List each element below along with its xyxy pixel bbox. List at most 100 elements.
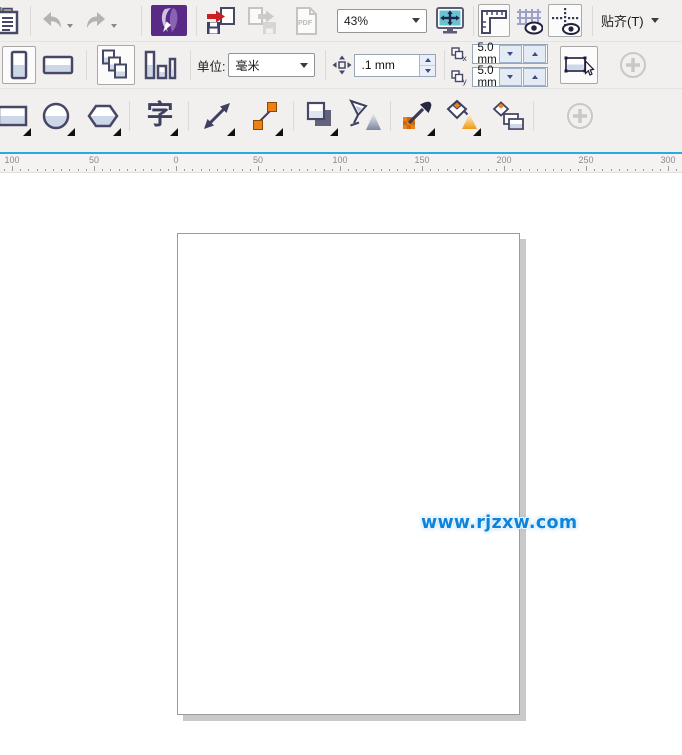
ruler-tick [233, 169, 234, 171]
redo-button[interactable] [81, 5, 111, 37]
text-tool-icon: 字 [147, 102, 174, 129]
ruler-tick [373, 169, 374, 171]
application-launcher-button[interactable] [150, 4, 188, 38]
flyout-arrow-icon[interactable] [113, 128, 121, 136]
ruler-tick [652, 169, 653, 171]
duplicate-x-input[interactable]: 5.0 mm [472, 44, 548, 64]
ruler-tick [406, 169, 407, 171]
ruler-tick [143, 169, 144, 171]
color-eyedropper-tool[interactable] [397, 94, 437, 138]
ruler-tick [135, 169, 136, 171]
units-combobox[interactable]: 毫米 [228, 53, 315, 77]
ruler-label: 200 [496, 155, 511, 165]
flyout-arrow-icon[interactable] [275, 128, 283, 136]
polygon-tool[interactable] [83, 94, 123, 138]
treat-as-filled-button[interactable] [560, 46, 598, 84]
ruler-tick [266, 169, 267, 171]
duplicate-x-icon: x [451, 47, 469, 61]
ruler-tick [471, 169, 472, 171]
nudge-spinner[interactable] [419, 55, 435, 76]
text-tool[interactable]: 字 [140, 94, 180, 138]
ruler-tick [209, 169, 210, 171]
ruler-tick [45, 169, 46, 171]
export-icon [246, 6, 280, 36]
flyout-arrow-icon[interactable] [67, 128, 75, 136]
document-page[interactable] [177, 233, 520, 715]
duplicate-y-input[interactable]: 5.0 mm [472, 67, 548, 87]
ruler-tick [184, 169, 185, 171]
undo-dropdown-caret[interactable] [67, 24, 73, 28]
ruler-tick [315, 169, 316, 171]
flyout-arrow-icon[interactable] [227, 128, 235, 136]
paste-button[interactable] [0, 4, 26, 38]
ruler-tick [250, 169, 251, 171]
ruler-tick [94, 166, 95, 171]
ruler-tick [504, 166, 505, 171]
ruler-tick [119, 169, 120, 171]
flyout-arrow-icon[interactable] [170, 128, 178, 136]
interactive-fill-tool[interactable] [489, 94, 527, 138]
ruler-tick [602, 169, 603, 171]
drawing-canvas[interactable]: www.rjzxw.com [0, 173, 682, 755]
add-tool-button [560, 94, 600, 138]
duplicate-x-dropdown[interactable] [499, 45, 522, 63]
ruler-tick [496, 169, 497, 171]
snap-to-dropdown[interactable]: 贴齐(T) [601, 11, 659, 30]
ruler-tick [455, 169, 456, 171]
dimension-tool[interactable] [197, 94, 237, 138]
ruler-tick [307, 169, 308, 171]
connector-tool[interactable] [245, 94, 285, 138]
ruler-tick [283, 169, 284, 171]
pan-button[interactable] [433, 4, 467, 38]
paste-icon [0, 7, 23, 35]
snap-to-label: 贴齐(T) [601, 11, 644, 30]
duplicate-y-dropdown[interactable] [499, 68, 522, 86]
transparency-tool-icon [349, 99, 383, 133]
landscape-page-icon [42, 52, 74, 78]
standard-toolbar: PDF 43% [0, 0, 682, 42]
flyout-arrow-icon[interactable] [330, 128, 338, 136]
ruler-tick [570, 169, 571, 171]
ruler-tick [242, 169, 243, 171]
flyout-arrow-icon[interactable] [427, 128, 435, 136]
ruler-tick [53, 169, 54, 171]
undo-button[interactable] [37, 5, 67, 37]
duplicate-y-up[interactable] [523, 68, 546, 86]
guidelines-toggle-button[interactable] [548, 4, 582, 37]
import-button[interactable] [203, 4, 239, 38]
flyout-arrow-icon[interactable] [23, 128, 31, 136]
page-sorter-button[interactable] [140, 45, 180, 85]
ellipse-tool[interactable] [37, 94, 77, 138]
ruler-tick [78, 169, 79, 171]
page-sorter-icon [143, 49, 177, 81]
ruler-label: 0 [173, 155, 178, 165]
drop-shadow-tool[interactable] [300, 94, 340, 138]
ruler-label: 150 [414, 155, 429, 165]
rectangle-tool[interactable] [0, 94, 33, 138]
transparency-tool[interactable] [346, 94, 386, 138]
grid-eye-icon [515, 7, 543, 35]
nudge-offset-input[interactable]: .1 mm [354, 54, 436, 77]
pdf-icon-label: PDF [298, 20, 312, 27]
treat-as-filled-icon [563, 52, 595, 78]
ruler-tick [299, 169, 300, 171]
ruler-tick [176, 166, 177, 171]
rulers-toggle-button[interactable] [478, 4, 510, 37]
ruler-tick [291, 169, 292, 171]
ruler-tick [619, 169, 620, 171]
ruler-tick [86, 169, 87, 171]
ruler-tick [4, 169, 5, 171]
grid-toggle-button[interactable] [513, 4, 545, 37]
all-pages-icon [101, 49, 131, 81]
zoom-level-combobox[interactable]: 43% [337, 9, 427, 33]
duplicate-x-up[interactable] [523, 45, 546, 63]
ruler-tick [356, 169, 357, 171]
flyout-arrow-icon[interactable] [473, 128, 481, 136]
redo-dropdown-caret[interactable] [111, 24, 117, 28]
fill-tool[interactable] [441, 94, 483, 138]
horizontal-ruler[interactable]: 10050050100150200250300 [0, 152, 682, 173]
portrait-orientation-button[interactable] [2, 46, 36, 84]
ruler-tick [488, 169, 489, 171]
all-pages-button[interactable] [97, 45, 135, 85]
landscape-orientation-button[interactable] [38, 46, 78, 84]
